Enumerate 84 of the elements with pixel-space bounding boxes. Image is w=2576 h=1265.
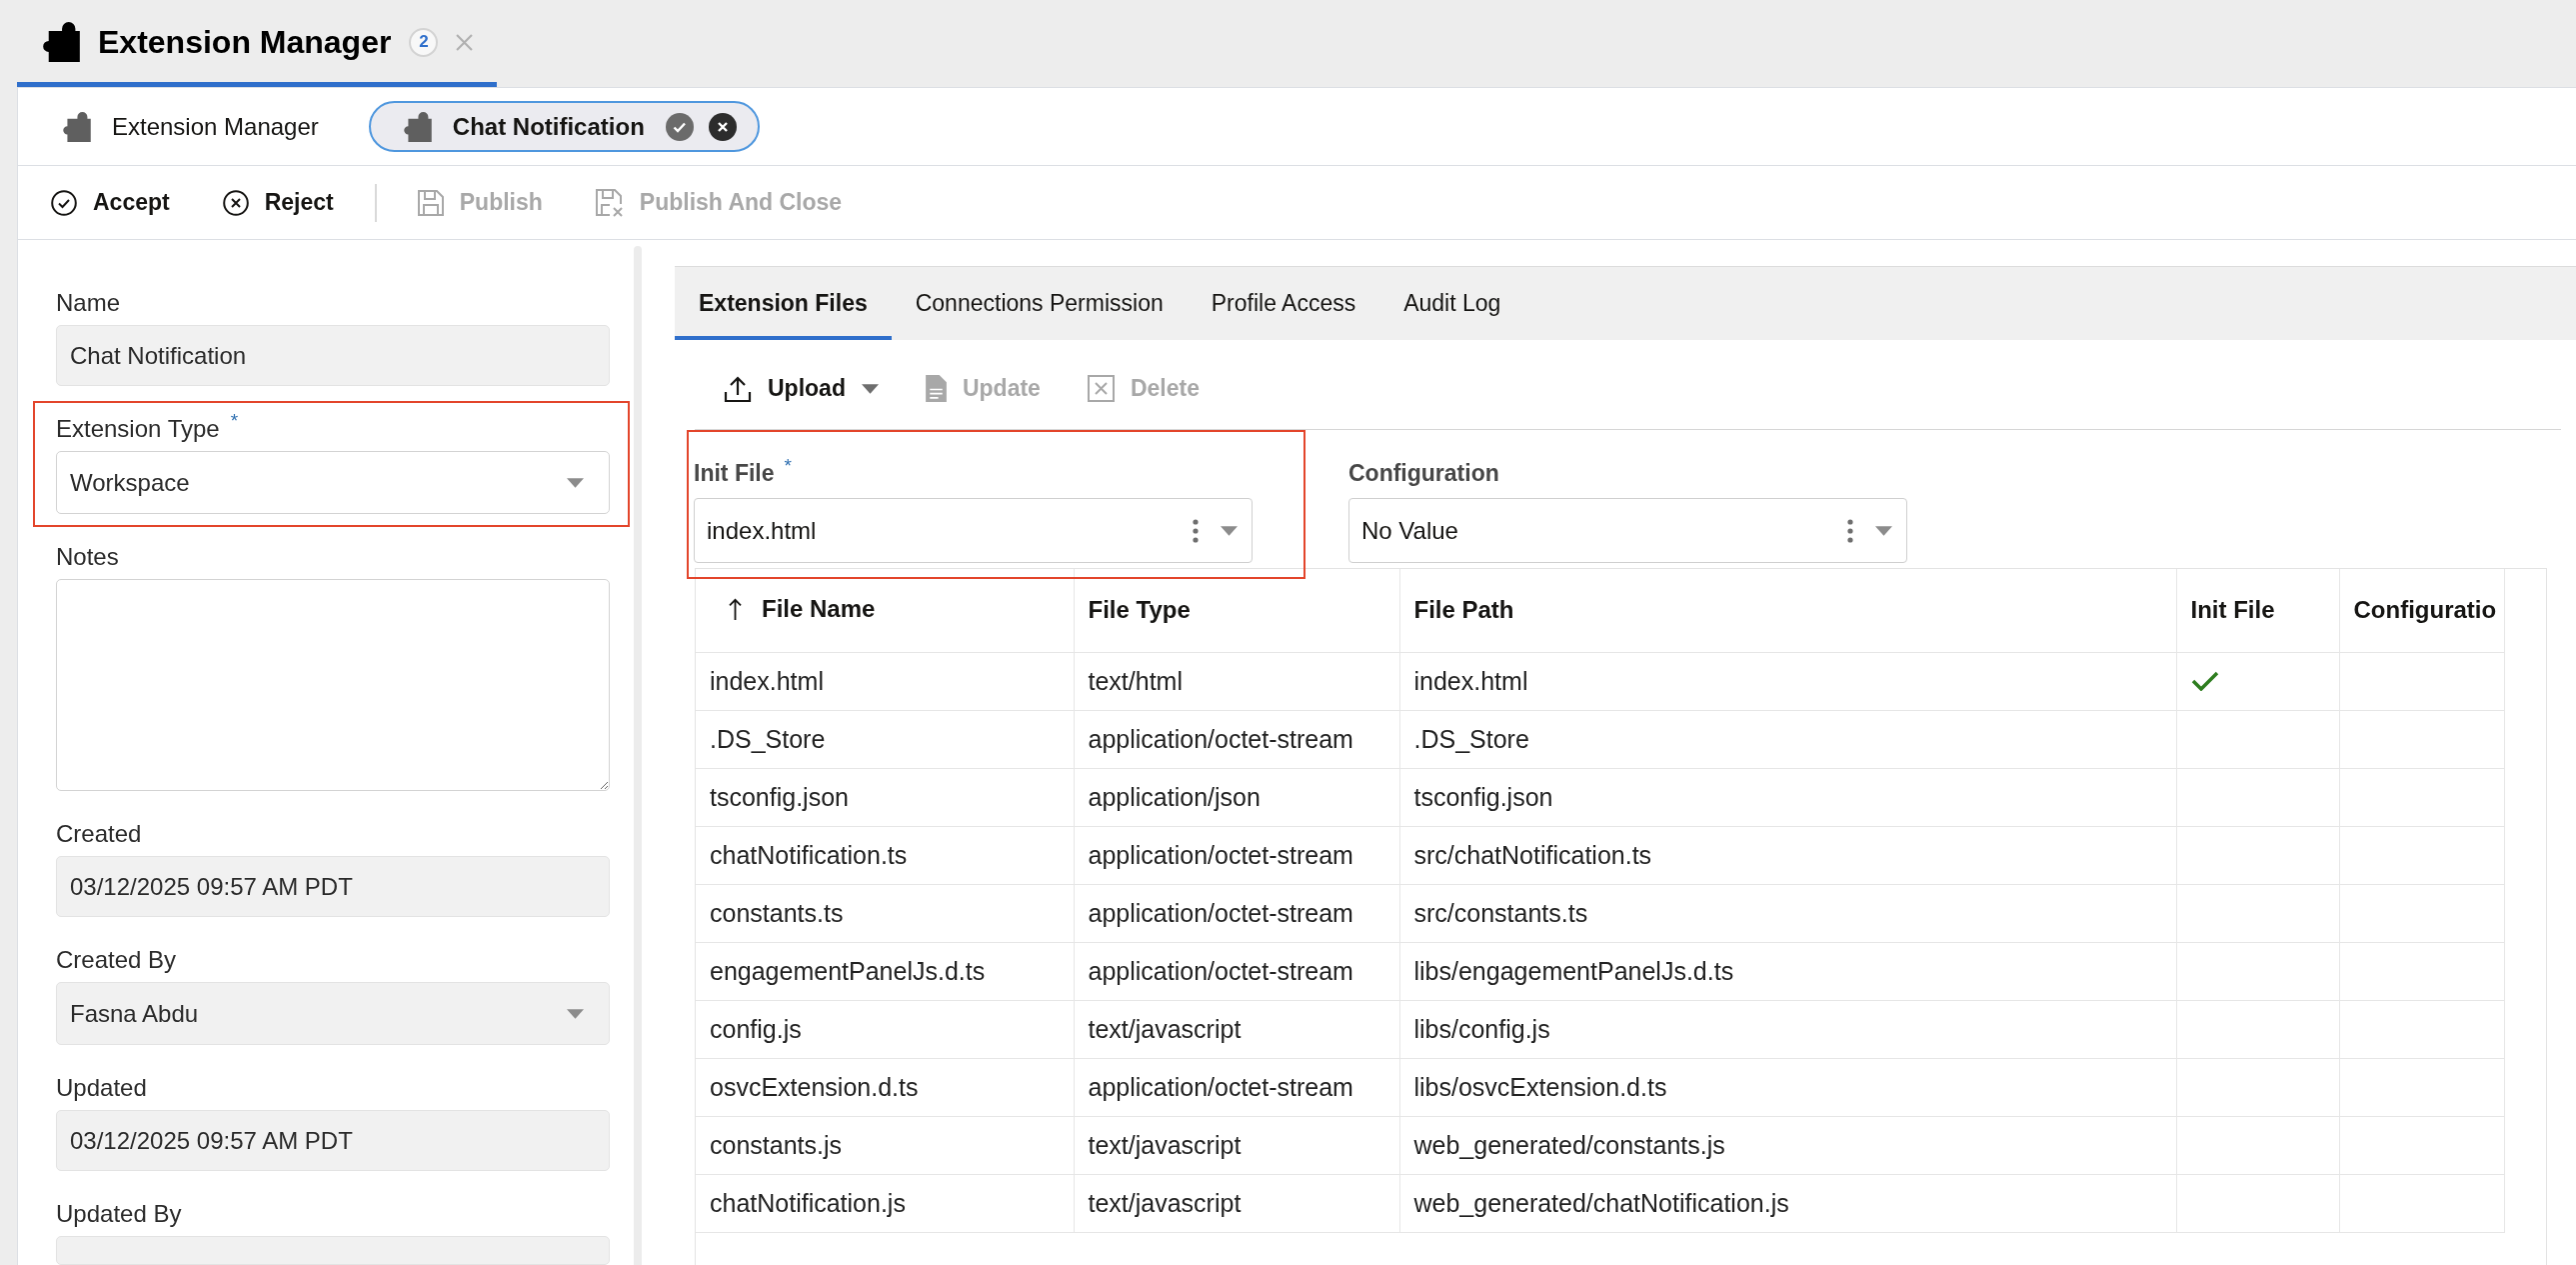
accept-button[interactable]: Accept xyxy=(39,178,182,227)
x-circle-icon xyxy=(222,189,249,216)
field-label: Updated xyxy=(56,1073,147,1103)
field-label: Name xyxy=(56,288,121,318)
table-cell: application/octet-stream xyxy=(1074,826,1399,884)
save-icon xyxy=(417,189,444,216)
table-cell: text/javascript xyxy=(1074,1000,1399,1058)
text-field[interactable] xyxy=(56,1236,610,1265)
table-cell: constants.js xyxy=(696,1116,1074,1174)
text-field[interactable]: 03/12/2025 09:57 AM PDT xyxy=(56,856,610,917)
reject-button[interactable]: Reject xyxy=(210,178,346,227)
table-cell: application/octet-stream xyxy=(1074,1058,1399,1116)
table-cell: src/chatNotification.ts xyxy=(1399,826,2176,884)
table-cell: application/octet-stream xyxy=(1074,710,1399,768)
close-icon[interactable] xyxy=(708,112,737,141)
tab[interactable]: Profile Access xyxy=(1187,267,1380,340)
column-header[interactable]: File Type xyxy=(1074,569,1399,652)
table-cell: config.js xyxy=(696,1000,1074,1058)
table-cell: web_generated/chatNotification.js xyxy=(1399,1174,2176,1232)
caret-down-icon[interactable] xyxy=(567,1008,584,1019)
caret-down-icon[interactable] xyxy=(1221,525,1238,536)
upload-icon xyxy=(724,374,752,403)
table-cell: libs/config.js xyxy=(1399,1000,2176,1058)
table-cell: libs/engagementPanelJs.d.ts xyxy=(1399,942,2176,1000)
table-cell: tsconfig.json xyxy=(1399,768,2176,826)
required-mark: * xyxy=(784,456,792,475)
puzzle-piece-icon xyxy=(63,111,91,142)
table-cell: application/json xyxy=(1074,768,1399,826)
check-circle-icon xyxy=(51,189,77,216)
puzzle-piece-icon xyxy=(403,111,432,142)
kebab-menu-icon[interactable] xyxy=(1193,518,1199,543)
caret-down-icon[interactable] xyxy=(861,383,879,394)
column-header[interactable]: Configuratio xyxy=(2339,569,2504,652)
table-cell: .DS_Store xyxy=(1399,710,2176,768)
table-cell: text/javascript xyxy=(1074,1116,1399,1174)
count-badge: 2 xyxy=(409,27,439,57)
textarea-field[interactable] xyxy=(56,579,610,791)
upload-button[interactable]: Upload xyxy=(709,365,894,412)
field-label: Notes xyxy=(56,542,119,572)
x-square-icon xyxy=(1087,375,1115,402)
table-cell: chatNotification.js xyxy=(696,1174,1074,1232)
document-tab[interactable]: Chat Notification xyxy=(368,101,760,152)
table-cell: text/javascript xyxy=(1074,1174,1399,1232)
text-field[interactable]: Chat Notification xyxy=(56,325,610,386)
table-cell: engagementPanelJs.d.ts xyxy=(696,942,1074,1000)
column-header[interactable]: File Path xyxy=(1399,569,2176,652)
table-cell: tsconfig.json xyxy=(696,768,1074,826)
dropdown-field[interactable]: index.html xyxy=(694,498,1253,563)
column-header[interactable]: Init File xyxy=(2176,569,2339,652)
check-circle-icon[interactable] xyxy=(665,112,694,141)
required-mark: * xyxy=(230,411,239,430)
table-cell: index.html xyxy=(696,652,1074,710)
tab[interactable]: Extension Files xyxy=(675,267,892,340)
field-label: Created xyxy=(56,819,142,849)
table-cell: application/octet-stream xyxy=(1074,942,1399,1000)
field-label: Created By xyxy=(56,945,177,975)
dropdown-field[interactable]: No Value xyxy=(1348,498,1907,563)
table-cell: web_generated/constants.js xyxy=(1399,1116,2176,1174)
dropdown-field[interactable]: Workspace xyxy=(56,451,610,514)
table-cell: chatNotification.ts xyxy=(696,826,1074,884)
field-label: Updated By xyxy=(56,1199,182,1229)
table-cell: .DS_Store xyxy=(696,710,1074,768)
document-icon xyxy=(925,375,947,402)
table-cell: osvcExtension.d.ts xyxy=(696,1058,1074,1116)
column-header[interactable]: File Name xyxy=(696,569,1074,652)
table-cell: src/constants.ts xyxy=(1399,884,2176,942)
table-cell: constants.ts xyxy=(696,884,1074,942)
kebab-menu-icon[interactable] xyxy=(1847,518,1853,543)
document-tab[interactable]: Extension Manager xyxy=(28,101,342,152)
dropdown-field[interactable]: Fasna Abdu xyxy=(56,982,610,1045)
table-cell: text/html xyxy=(1074,652,1399,710)
table-cell: application/octet-stream xyxy=(1074,884,1399,942)
tab[interactable]: Connections Permission xyxy=(891,267,1188,340)
field-label: Configuration xyxy=(1348,459,1499,487)
table-cell: libs/osvcExtension.d.ts xyxy=(1399,1058,2176,1116)
puzzle-piece-icon xyxy=(43,22,80,62)
tab[interactable]: Audit Log xyxy=(1379,267,1525,340)
field-label: Init File xyxy=(694,459,775,487)
save-close-icon xyxy=(595,188,624,217)
caret-down-icon[interactable] xyxy=(567,477,584,488)
text-field[interactable]: 03/12/2025 09:57 AM PDT xyxy=(56,1110,610,1171)
caret-down-icon[interactable] xyxy=(1875,525,1892,536)
field-label: Extension Type xyxy=(56,414,220,444)
table-cell: index.html xyxy=(1399,652,2176,710)
